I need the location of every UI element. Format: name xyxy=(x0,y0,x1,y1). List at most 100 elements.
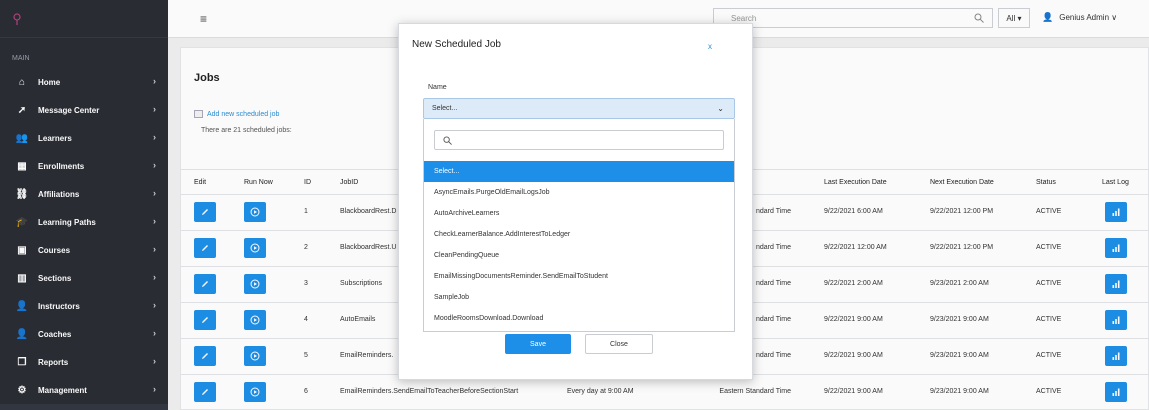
edit-button[interactable] xyxy=(194,238,216,258)
edit-button[interactable] xyxy=(194,346,216,366)
job-status: ACTIVE xyxy=(1036,316,1062,323)
play-circle-icon xyxy=(250,315,260,325)
col-next-execution[interactable]: Next Execution Date xyxy=(930,179,994,186)
search-scope-select[interactable]: All ▾ xyxy=(998,8,1030,28)
sidebar-item-label: Management xyxy=(38,385,87,395)
job-timezone: Eastern Standard Time xyxy=(719,388,791,395)
dropdown-search-input[interactable] xyxy=(434,130,724,150)
next-execution-date: 9/23/2021 2:00 AM xyxy=(930,280,989,287)
run-now-button[interactable] xyxy=(244,238,266,258)
col-last-execution[interactable]: Last Execution Date xyxy=(824,179,887,186)
user-tie-icon: 👤 xyxy=(15,300,29,312)
sidebar-item-label: Message Center xyxy=(38,105,100,115)
col-status[interactable]: Status xyxy=(1036,179,1056,186)
last-log-button[interactable] xyxy=(1105,238,1127,258)
name-select[interactable]: Select... ⌄ xyxy=(423,98,735,119)
sidebar-item-message-center[interactable]: ➚ Message Center › xyxy=(0,96,168,124)
sidebar-item-coaches[interactable]: 👤 Coaches › xyxy=(0,320,168,348)
sidebar-item-label: Instructors xyxy=(38,301,80,311)
dropdown-option[interactable]: CheckLearnerBalance.AddInterestToLedger xyxy=(424,224,734,245)
close-button[interactable]: Close xyxy=(585,334,653,354)
last-execution-date: 9/22/2021 9:00 AM xyxy=(824,388,883,395)
play-circle-icon xyxy=(250,243,260,253)
sidebar-item-learning-paths[interactable]: 🎓 Learning Paths › xyxy=(0,208,168,236)
job-status: ACTIVE xyxy=(1036,244,1062,251)
last-execution-date: 9/22/2021 6:00 AM xyxy=(824,208,883,215)
sidebar-item-home[interactable]: ⌂ Home › xyxy=(0,68,168,96)
col-edit[interactable]: Edit xyxy=(194,179,206,186)
chevron-right-icon: › xyxy=(153,300,156,310)
sidebar-item-instructors[interactable]: 👤 Instructors › xyxy=(0,292,168,320)
last-log-button[interactable] xyxy=(1105,382,1127,402)
page-title: Jobs xyxy=(194,72,220,84)
dropdown-option[interactable]: MoodleRoomsDownload.Download xyxy=(424,308,734,329)
dropdown-option[interactable]: EmailMissingDocumentsReminder.SendEmailT… xyxy=(424,266,734,287)
search-icon[interactable] xyxy=(974,13,984,23)
dropdown-option[interactable]: Select... xyxy=(424,161,734,182)
logo[interactable] xyxy=(0,0,168,38)
search-input[interactable]: Search xyxy=(713,8,993,28)
bar-chart-icon xyxy=(1111,387,1121,397)
job-timezone: ndard Time xyxy=(755,244,791,251)
sidebar-item-management[interactable]: ⚙ Management › xyxy=(0,376,168,404)
sidebar-item-affiliations[interactable]: ⛓ Affiliations › xyxy=(0,180,168,208)
run-now-button[interactable] xyxy=(244,202,266,222)
col-jobid[interactable]: JobID xyxy=(340,179,358,186)
job-status: ACTIVE xyxy=(1036,352,1062,359)
jobs-count: There are 21 scheduled jobs: xyxy=(201,127,292,134)
run-now-button[interactable] xyxy=(244,346,266,366)
chevron-right-icon: › xyxy=(153,132,156,142)
pencil-icon xyxy=(200,315,210,325)
edit-button[interactable] xyxy=(194,274,216,294)
user-menu[interactable]: 👤 Genius Admin ∨ xyxy=(1042,12,1117,23)
bar-chart-icon xyxy=(1111,279,1121,289)
menu-toggle-icon[interactable]: ≡ xyxy=(200,12,207,26)
col-last-log[interactable]: Last Log xyxy=(1102,179,1129,186)
last-log-button[interactable] xyxy=(1105,274,1127,294)
edit-button[interactable] xyxy=(194,382,216,402)
last-log-button[interactable] xyxy=(1105,346,1127,366)
sidebar-item-partial[interactable] xyxy=(0,404,168,410)
chevron-right-icon: › xyxy=(153,188,156,198)
job-name: AutoEmails xyxy=(340,316,376,323)
run-now-button[interactable] xyxy=(244,382,266,402)
edit-button[interactable] xyxy=(194,310,216,330)
sidebar: MAIN ⌂ Home › ➚ Message Center › 👥 Learners › ▦ En… xyxy=(0,0,168,410)
col-id[interactable]: ID xyxy=(304,179,311,186)
modal-close-icon[interactable]: x xyxy=(708,42,712,51)
sidebar-item-learners[interactable]: 👥 Learners › xyxy=(0,124,168,152)
send-icon: ➚ xyxy=(17,104,27,116)
name-label: Name xyxy=(428,84,447,91)
job-timezone: ndard Time xyxy=(755,352,791,359)
next-execution-date: 9/22/2021 12:00 PM xyxy=(930,244,994,251)
sidebar-item-sections[interactable]: ▥ Sections › xyxy=(0,264,168,292)
sidebar-item-label: Home xyxy=(38,77,61,87)
copy-icon: ❐ xyxy=(17,356,27,368)
dropdown-option[interactable]: CleanPendingQueue xyxy=(424,245,734,266)
sidebar-item-courses[interactable]: ▣ Courses › xyxy=(0,236,168,264)
run-now-button[interactable] xyxy=(244,310,266,330)
pencil-icon xyxy=(200,351,210,361)
sidebar-item-reports[interactable]: ❐ Reports › xyxy=(0,348,168,376)
dropdown-option[interactable]: SampleJob xyxy=(424,287,734,308)
last-log-button[interactable] xyxy=(1105,202,1127,222)
edit-button[interactable] xyxy=(194,202,216,222)
job-name: EmailReminders.SendEmailToTeacherBeforeS… xyxy=(340,388,519,395)
pencil-icon xyxy=(200,279,210,289)
add-scheduled-job-link[interactable]: Add new scheduled job xyxy=(194,110,279,118)
job-name: BlackboardRest.U xyxy=(340,244,397,251)
next-execution-date: 9/23/2021 9:00 AM xyxy=(930,352,989,359)
books-icon: ▥ xyxy=(17,272,27,284)
col-run-now[interactable]: Run Now xyxy=(244,179,273,186)
save-button[interactable]: Save xyxy=(505,334,571,354)
job-timezone: ndard Time xyxy=(755,208,791,215)
last-log-button[interactable] xyxy=(1105,310,1127,330)
run-now-button[interactable] xyxy=(244,274,266,294)
dropdown-option[interactable]: AutoArchiveLearners xyxy=(424,203,734,224)
dropdown-option[interactable]: AsyncEmails.PurgeOldEmailLogsJob xyxy=(424,182,734,203)
bar-chart-icon xyxy=(1111,207,1121,217)
sidebar-item-label: Learning Paths xyxy=(38,217,96,227)
play-circle-icon xyxy=(250,207,260,217)
sidebar-item-enrollments[interactable]: ▦ Enrollments › xyxy=(0,152,168,180)
chevron-right-icon: › xyxy=(153,104,156,114)
